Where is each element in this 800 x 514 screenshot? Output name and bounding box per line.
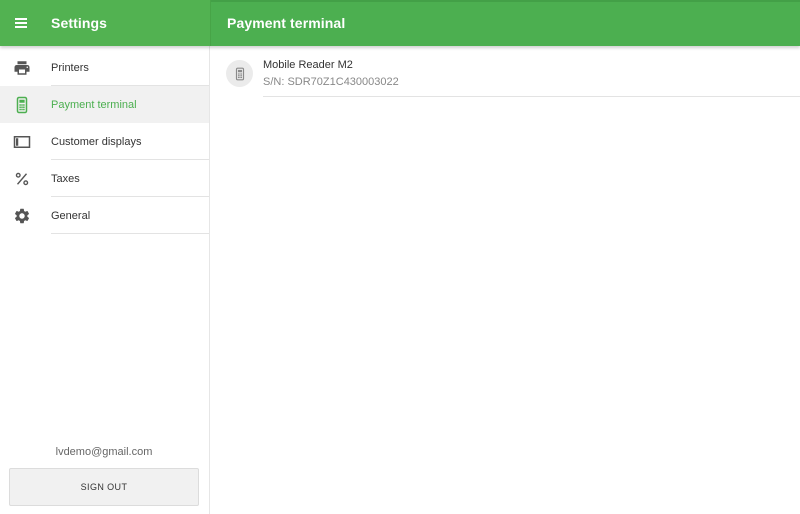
sidebar-item-printers[interactable]: Printers <box>0 49 209 86</box>
detail-header: Payment terminal <box>210 0 800 46</box>
top-app-bar: Settings Payment terminal <box>0 0 800 46</box>
sidebar-item-general[interactable]: General <box>0 197 209 234</box>
settings-header: Settings <box>0 0 210 46</box>
device-name: Mobile Reader M2 <box>263 59 353 71</box>
hamburger-menu-icon[interactable] <box>10 11 34 35</box>
sign-out-button[interactable]: SIGN OUT <box>9 468 199 506</box>
settings-nav: Printers Payment terminal Customer displ… <box>0 49 209 234</box>
printer-icon <box>13 59 31 77</box>
sidebar: Printers Payment terminal Customer displ… <box>0 46 210 514</box>
sidebar-item-label: Printers <box>51 62 89 74</box>
account-email: lvdemo@gmail.com <box>55 446 153 458</box>
sidebar-item-label: Payment terminal <box>51 99 137 111</box>
page-title: Payment terminal <box>227 15 346 31</box>
main-content: Mobile Reader M2 S/N: SDR70Z1C430003022 <box>210 46 800 514</box>
sidebar-item-label: Taxes <box>51 173 80 185</box>
sidebar-item-label: Customer displays <box>51 136 142 148</box>
device-serial-number: S/N: SDR70Z1C430003022 <box>263 76 399 88</box>
card-terminal-icon <box>226 60 253 87</box>
sidebar-item-customer-displays[interactable]: Customer displays <box>0 123 209 160</box>
divider <box>263 96 800 97</box>
sidebar-item-taxes[interactable]: Taxes <box>0 160 209 197</box>
list-item[interactable]: Mobile Reader M2 S/N: SDR70Z1C430003022 <box>210 46 800 98</box>
divider <box>51 233 209 234</box>
sidebar-item-label: General <box>51 210 91 222</box>
app-window: Settings Payment terminal Printers Payme… <box>0 0 800 514</box>
card-terminal-icon <box>13 96 31 114</box>
display-icon <box>13 133 31 151</box>
sidebar-item-payment-terminal[interactable]: Payment terminal <box>0 86 209 123</box>
gear-icon <box>13 207 31 225</box>
settings-title: Settings <box>51 15 108 31</box>
percent-icon <box>13 170 31 188</box>
